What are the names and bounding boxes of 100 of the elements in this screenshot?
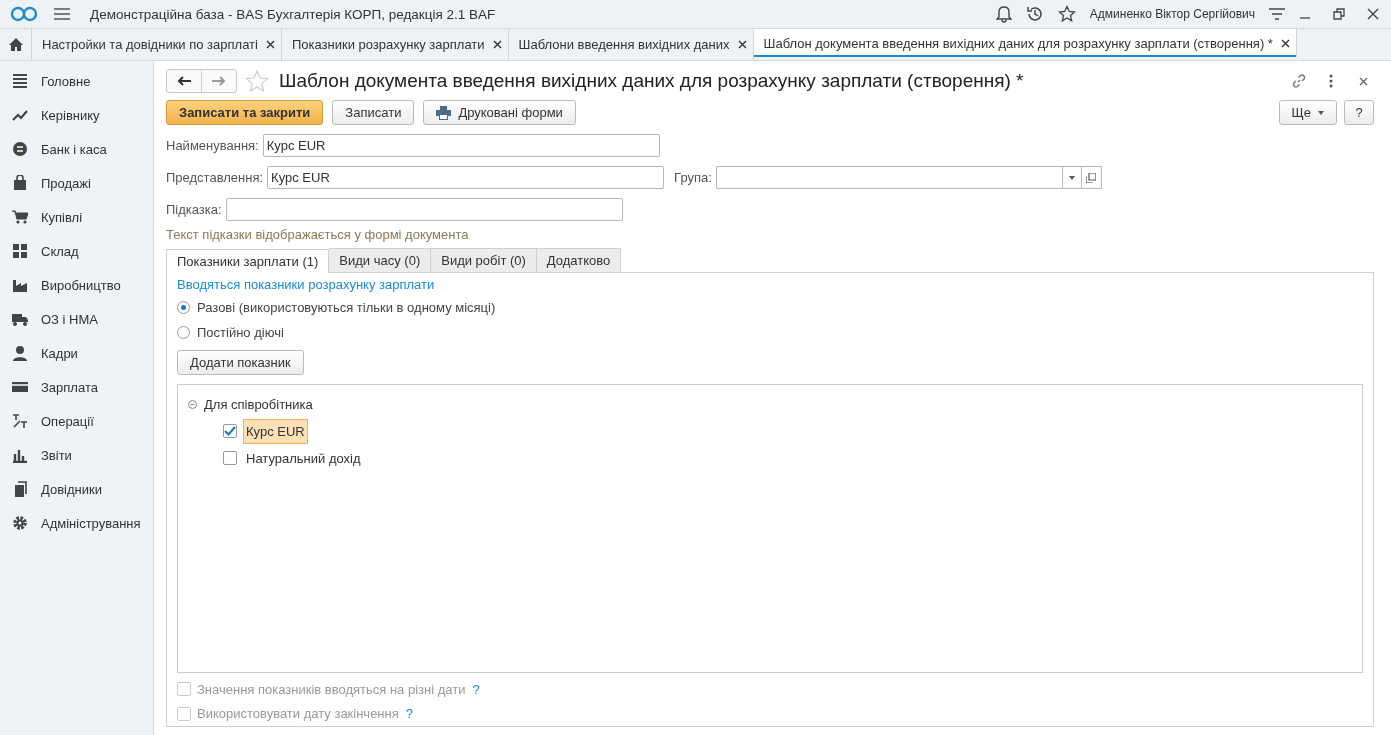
app-title: Демонстраційна база - BAS Бухгалтерія КОРП, редакція 2.1 BAF [90, 6, 496, 22]
tab-label[interactable]: Показники розрахунку зарплати [291, 37, 485, 52]
sidebar-item-label[interactable]: Склад [41, 243, 79, 259]
sidebar-item-label[interactable]: Адміністрування [41, 515, 141, 531]
star-icon[interactable] [1057, 5, 1076, 23]
radio-button[interactable] [177, 325, 190, 339]
sidebar-item-label[interactable]: Операції [41, 413, 94, 429]
tab-label[interactable]: Шаблони введення вихідних даних [518, 37, 730, 52]
truck-icon [12, 311, 28, 327]
arrow-left-icon [177, 76, 191, 86]
printer-icon [436, 105, 452, 120]
person-icon [12, 345, 28, 361]
radio-button[interactable] [177, 300, 190, 314]
tab[interactable]: Види часу (0) [329, 248, 432, 272]
tree-group-label[interactable]: Для співробітника [204, 396, 313, 412]
field-label: Найменування: [166, 138, 259, 153]
field-label: Підказка: [166, 202, 222, 217]
input-field[interactable]: Курс EUR [267, 166, 665, 189]
sidebar-item-label[interactable]: Банк і каса [41, 141, 107, 157]
home-icon[interactable] [8, 38, 23, 51]
tab[interactable]: Шаблони введення вихідних даних [508, 29, 754, 60]
close-icon[interactable] [492, 40, 502, 49]
checkbox[interactable] [223, 424, 237, 439]
sidebar-item-label[interactable]: Продажі [41, 175, 91, 191]
input-field[interactable] [715, 166, 1062, 189]
tree-item[interactable]: Натуральний дохід [243, 445, 364, 471]
close-icon[interactable] [1280, 38, 1290, 48]
add-indicator-button[interactable]: Додати показник [177, 350, 304, 375]
sidebar-item[interactable]: Кадри [0, 336, 153, 370]
sidebar-item[interactable]: Продажі [0, 166, 153, 200]
sidebar-item-label[interactable]: Зарплата [41, 379, 98, 395]
logo-icon[interactable] [10, 6, 40, 22]
filter-icon[interactable] [1269, 6, 1285, 22]
sidebar-item[interactable]: Склад [0, 234, 153, 268]
sidebar-item[interactable]: ОЗ і НМА [0, 302, 153, 336]
sidebar-item[interactable]: Керівнику [0, 98, 153, 132]
tab[interactable]: Види робіт (0) [431, 248, 537, 272]
close-icon[interactable] [737, 40, 747, 49]
print-forms-button[interactable]: Друковані форми [423, 100, 576, 125]
sidebar-item[interactable]: Головне [0, 64, 153, 98]
checkbox[interactable] [223, 451, 237, 466]
restore-icon[interactable] [1333, 8, 1345, 20]
sidebar-item-label[interactable]: Виробництво [41, 277, 121, 293]
tab[interactable]: Показники зарплати (1) [166, 249, 330, 273]
sidebar-item-label[interactable]: Звіти [41, 447, 72, 463]
sidebar-item[interactable]: Довідники [0, 472, 153, 506]
close-icon[interactable] [265, 40, 275, 49]
sidebar-item-label[interactable]: Кадри [41, 345, 78, 361]
tab[interactable]: Показники розрахунку зарплати [281, 29, 509, 60]
more-button[interactable]: Ще [1278, 100, 1337, 125]
sidebar-item-label[interactable]: Довідники [41, 481, 102, 497]
sidebar-item[interactable]: Купівлі [0, 200, 153, 234]
dropdown-icon [1068, 175, 1075, 180]
user-name[interactable]: Админенко Віктор Сергійович [1089, 7, 1255, 21]
sidebar-item[interactable]: Адміністрування [0, 506, 153, 540]
bell-icon[interactable] [995, 5, 1012, 23]
radio-option[interactable]: Постійно діючі [177, 322, 1363, 342]
coin-icon [12, 141, 28, 157]
input-field[interactable]: Курс EUR [262, 134, 660, 157]
history-icon[interactable] [1025, 5, 1044, 23]
field-label: Представлення: [166, 170, 264, 185]
form-title: Шаблон документа введення вихідних даних для розрахунку зарплати (створення) * [279, 70, 1024, 92]
documents-icon [12, 481, 28, 497]
more-icon[interactable] [1329, 74, 1333, 88]
cart-icon [12, 209, 28, 225]
sidebar-item[interactable]: Зарплата [0, 370, 153, 404]
tab-label[interactable]: Шаблон документа введення вихідних даних для розрахунку зарплати (створення) * [763, 35, 1273, 51]
sidebar-item-label[interactable]: Керівнику [41, 107, 100, 123]
tab[interactable]: Настройки та довідники по зарплаті [32, 29, 282, 60]
list-icon [12, 73, 28, 89]
bar-chart-icon [12, 447, 28, 463]
sidebar-item-label[interactable]: Головне [41, 73, 91, 89]
sidebar-item-label[interactable]: ОЗ і НМА [41, 311, 98, 327]
open-button[interactable] [1081, 166, 1102, 189]
tab-label[interactable]: Настройки та довідники по зарплаті [42, 37, 258, 52]
grid-icon [12, 243, 28, 259]
tree-item[interactable]: Курс EUR [243, 418, 308, 444]
hint-note: Текст підказки відображається у формі документа [166, 227, 470, 242]
help-button[interactable]: ? [1344, 100, 1374, 125]
arrow-right-icon [212, 76, 226, 86]
tab[interactable]: Шаблон документа введення вихідних даних для розрахунку зарплати (створення) * [753, 29, 1297, 57]
save-and-close-button[interactable]: Записати та закрити [166, 100, 324, 125]
collapse-icon[interactable] [188, 399, 197, 409]
input-field[interactable] [225, 198, 623, 221]
option-label: Значення показників вводяться на різні дати [197, 681, 466, 697]
sidebar-item[interactable]: Виробництво [0, 268, 153, 302]
caret-icon [1318, 110, 1324, 115]
close-icon[interactable] [1367, 8, 1379, 20]
sidebar-item[interactable]: Звіти [0, 438, 153, 472]
sidebar-item[interactable]: Банк і каса [0, 132, 153, 166]
save-button[interactable]: Записати [332, 100, 415, 125]
sidebar-item[interactable]: Операції [0, 404, 153, 438]
menu-icon[interactable] [54, 7, 70, 21]
section-title: Вводяться показники розрахунку зарплати [177, 277, 436, 292]
sidebar-item-label[interactable]: Купівлі [41, 209, 83, 225]
link-icon[interactable] [1291, 73, 1307, 89]
close-icon[interactable] [1359, 76, 1368, 86]
dropdown-button[interactable] [1061, 166, 1082, 189]
radio-option[interactable]: Разові (використовуються тільки в одному місяці) [177, 298, 1363, 317]
tab[interactable]: Додатково [536, 248, 622, 272]
